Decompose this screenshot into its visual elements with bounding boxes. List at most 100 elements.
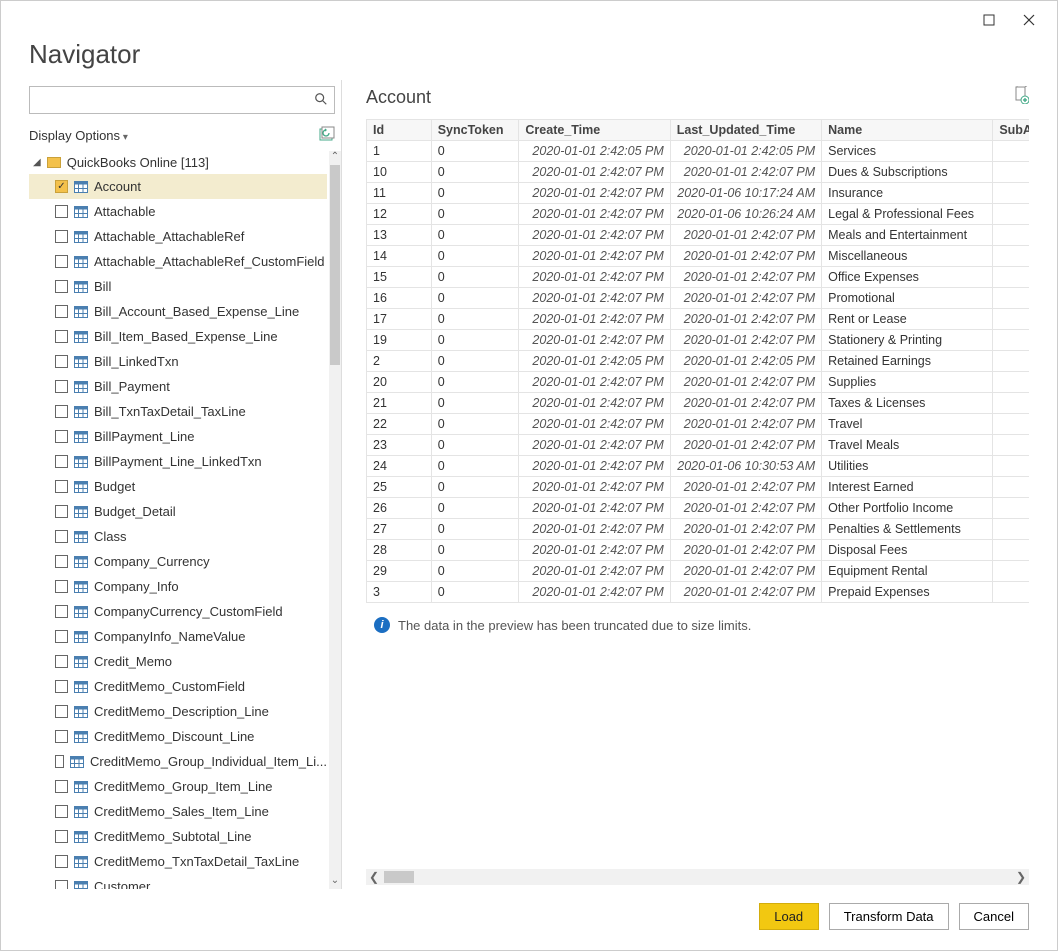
- table-row[interactable]: 1502020-01-01 2:42:07 PM2020-01-01 2:42:…: [367, 267, 1030, 288]
- checkbox[interactable]: [55, 580, 68, 593]
- tree-item[interactable]: ✓Account: [29, 174, 327, 199]
- tree-item[interactable]: Customer: [29, 874, 327, 889]
- scroll-thumb[interactable]: [330, 165, 340, 365]
- tree-item[interactable]: Budget: [29, 474, 327, 499]
- checkbox[interactable]: [55, 705, 68, 718]
- search-icon[interactable]: [308, 92, 334, 109]
- checkbox[interactable]: [55, 480, 68, 493]
- close-button[interactable]: [1009, 6, 1049, 34]
- checkbox[interactable]: ✓: [55, 180, 68, 193]
- preview-horizontal-scrollbar[interactable]: ❮ ❯: [366, 869, 1029, 885]
- tree-item[interactable]: CreditMemo_Discount_Line: [29, 724, 327, 749]
- tree-item[interactable]: CompanyCurrency_CustomField: [29, 599, 327, 624]
- column-header[interactable]: SyncToken: [431, 120, 519, 141]
- table-row[interactable]: 2602020-01-01 2:42:07 PM2020-01-01 2:42:…: [367, 498, 1030, 519]
- table-row[interactable]: 2902020-01-01 2:42:07 PM2020-01-01 2:42:…: [367, 561, 1030, 582]
- scroll-left-icon[interactable]: ❮: [366, 869, 382, 885]
- checkbox[interactable]: [55, 830, 68, 843]
- column-header[interactable]: Id: [367, 120, 432, 141]
- checkbox[interactable]: [55, 880, 68, 889]
- table-row[interactable]: 2802020-01-01 2:42:07 PM2020-01-01 2:42:…: [367, 540, 1030, 561]
- display-options-dropdown[interactable]: Display Options: [29, 128, 128, 143]
- scroll-right-icon[interactable]: ❯: [1013, 869, 1029, 885]
- scroll-down-icon[interactable]: ⌄: [329, 875, 341, 889]
- tree-item[interactable]: Bill_Item_Based_Expense_Line: [29, 324, 327, 349]
- checkbox[interactable]: [55, 255, 68, 268]
- table-row[interactable]: 202020-01-01 2:42:05 PM2020-01-01 2:42:0…: [367, 351, 1030, 372]
- tree-item[interactable]: Credit_Memo: [29, 649, 327, 674]
- column-header[interactable]: Create_Time: [519, 120, 670, 141]
- cancel-button[interactable]: Cancel: [959, 903, 1029, 930]
- checkbox[interactable]: [55, 355, 68, 368]
- table-row[interactable]: 1402020-01-01 2:42:07 PM2020-01-01 2:42:…: [367, 246, 1030, 267]
- checkbox[interactable]: [55, 755, 64, 768]
- checkbox[interactable]: [55, 380, 68, 393]
- checkbox[interactable]: [55, 205, 68, 218]
- refresh-icon[interactable]: [319, 126, 335, 145]
- table-row[interactable]: 1302020-01-01 2:42:07 PM2020-01-01 2:42:…: [367, 225, 1030, 246]
- checkbox[interactable]: [55, 630, 68, 643]
- checkbox[interactable]: [55, 230, 68, 243]
- checkbox[interactable]: [55, 855, 68, 868]
- tree-item[interactable]: Bill_Account_Based_Expense_Line: [29, 299, 327, 324]
- table-row[interactable]: 302020-01-01 2:42:07 PM2020-01-01 2:42:0…: [367, 582, 1030, 603]
- table-row[interactable]: 1202020-01-01 2:42:07 PM2020-01-06 10:26…: [367, 204, 1030, 225]
- checkbox[interactable]: [55, 455, 68, 468]
- tree-item[interactable]: Company_Info: [29, 574, 327, 599]
- tree-root-node[interactable]: ◢ QuickBooks Online [113]: [29, 151, 327, 174]
- checkbox[interactable]: [55, 655, 68, 668]
- load-button[interactable]: Load: [759, 903, 819, 930]
- column-header[interactable]: Last_Updated_Time: [670, 120, 821, 141]
- tree-item[interactable]: Budget_Detail: [29, 499, 327, 524]
- table-row[interactable]: 1102020-01-01 2:42:07 PM2020-01-06 10:17…: [367, 183, 1030, 204]
- tree-item[interactable]: CreditMemo_CustomField: [29, 674, 327, 699]
- table-row[interactable]: 102020-01-01 2:42:05 PM2020-01-01 2:42:0…: [367, 141, 1030, 162]
- tree-item[interactable]: CompanyInfo_NameValue: [29, 624, 327, 649]
- tree-item[interactable]: CreditMemo_Subtotal_Line: [29, 824, 327, 849]
- caret-down-icon[interactable]: ◢: [33, 157, 41, 168]
- checkbox[interactable]: [55, 805, 68, 818]
- tree-item[interactable]: Attachable_AttachableRef: [29, 224, 327, 249]
- table-row[interactable]: 2402020-01-01 2:42:07 PM2020-01-06 10:30…: [367, 456, 1030, 477]
- checkbox[interactable]: [55, 405, 68, 418]
- tree-vertical-scrollbar[interactable]: ⌃ ⌄: [329, 151, 341, 889]
- checkbox[interactable]: [55, 330, 68, 343]
- table-row[interactable]: 1702020-01-01 2:42:07 PM2020-01-01 2:42:…: [367, 309, 1030, 330]
- checkbox[interactable]: [55, 680, 68, 693]
- table-row[interactable]: 2502020-01-01 2:42:07 PM2020-01-01 2:42:…: [367, 477, 1030, 498]
- column-header[interactable]: SubAccount: [993, 120, 1029, 141]
- table-row[interactable]: 2202020-01-01 2:42:07 PM2020-01-01 2:42:…: [367, 414, 1030, 435]
- checkbox[interactable]: [55, 605, 68, 618]
- search-field[interactable]: [29, 86, 335, 114]
- tree-item[interactable]: CreditMemo_Group_Individual_Item_Li...: [29, 749, 327, 774]
- table-row[interactable]: 2002020-01-01 2:42:07 PM2020-01-01 2:42:…: [367, 372, 1030, 393]
- column-header[interactable]: Name: [822, 120, 993, 141]
- tree-item[interactable]: CreditMemo_Group_Item_Line: [29, 774, 327, 799]
- tree-item[interactable]: Class: [29, 524, 327, 549]
- checkbox[interactable]: [55, 555, 68, 568]
- table-row[interactable]: 2102020-01-01 2:42:07 PM2020-01-01 2:42:…: [367, 393, 1030, 414]
- tree-item[interactable]: CreditMemo_TxnTaxDetail_TaxLine: [29, 849, 327, 874]
- checkbox[interactable]: [55, 730, 68, 743]
- table-row[interactable]: 2302020-01-01 2:42:07 PM2020-01-01 2:42:…: [367, 435, 1030, 456]
- tree-item[interactable]: Bill: [29, 274, 327, 299]
- tree-item[interactable]: Attachable: [29, 199, 327, 224]
- checkbox[interactable]: [55, 780, 68, 793]
- search-input[interactable]: [30, 93, 308, 108]
- tree-item[interactable]: BillPayment_Line: [29, 424, 327, 449]
- transform-data-button[interactable]: Transform Data: [829, 903, 949, 930]
- table-row[interactable]: 1002020-01-01 2:42:07 PM2020-01-01 2:42:…: [367, 162, 1030, 183]
- table-row[interactable]: 1902020-01-01 2:42:07 PM2020-01-01 2:42:…: [367, 330, 1030, 351]
- tree-item[interactable]: CreditMemo_Description_Line: [29, 699, 327, 724]
- tree-item[interactable]: Bill_TxnTaxDetail_TaxLine: [29, 399, 327, 424]
- table-row[interactable]: 1602020-01-01 2:42:07 PM2020-01-01 2:42:…: [367, 288, 1030, 309]
- hscroll-thumb[interactable]: [384, 871, 414, 883]
- checkbox[interactable]: [55, 505, 68, 518]
- table-row[interactable]: 2702020-01-01 2:42:07 PM2020-01-01 2:42:…: [367, 519, 1030, 540]
- tree-item[interactable]: CreditMemo_Sales_Item_Line: [29, 799, 327, 824]
- checkbox[interactable]: [55, 305, 68, 318]
- tree-item[interactable]: Attachable_AttachableRef_CustomField: [29, 249, 327, 274]
- checkbox[interactable]: [55, 530, 68, 543]
- tree-item[interactable]: Company_Currency: [29, 549, 327, 574]
- tree-item[interactable]: BillPayment_Line_LinkedTxn: [29, 449, 327, 474]
